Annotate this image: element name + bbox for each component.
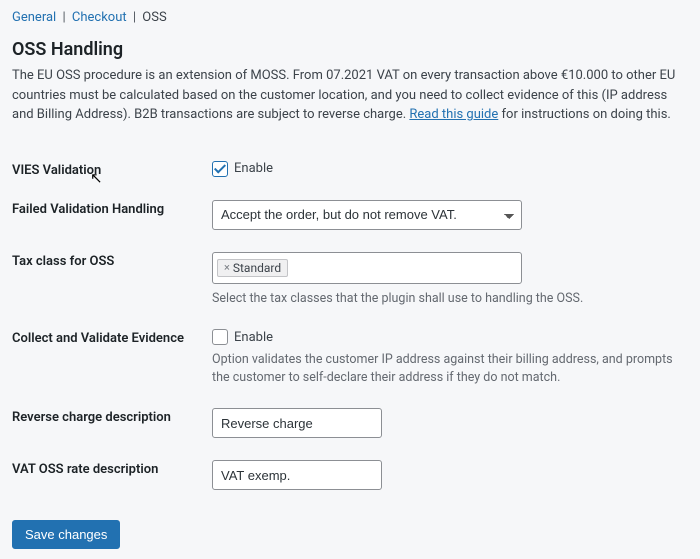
tax-class-input[interactable]: ×Standard — [212, 252, 522, 284]
label-vies-validation: VIES Validation — [12, 151, 212, 190]
label-tax-class: Tax class for OSS — [12, 242, 212, 320]
breadcrumb-separator: | — [133, 10, 136, 25]
save-button[interactable]: Save changes — [12, 520, 120, 549]
label-reverse-charge: Reverse charge description — [12, 398, 212, 450]
label-failed-validation: Failed Validation Handling — [12, 190, 212, 242]
evidence-enable-wrapper[interactable]: Enable — [212, 329, 688, 345]
failed-validation-select[interactable]: Accept the order, but do not remove VAT. — [212, 200, 522, 230]
evidence-enable-label: Enable — [234, 330, 273, 345]
evidence-help: Option validates the customer IP address… — [212, 351, 688, 386]
close-icon[interactable]: × — [224, 262, 230, 273]
reverse-charge-input[interactable] — [212, 408, 382, 438]
evidence-enable-checkbox[interactable] — [212, 329, 228, 345]
tax-class-help: Select the tax classes that the plugin s… — [212, 290, 688, 308]
vies-enable-label: Enable — [234, 161, 273, 176]
read-guide-link[interactable]: Read this guide — [409, 107, 498, 122]
tax-class-tag[interactable]: ×Standard — [217, 259, 288, 277]
label-vat-oss: VAT OSS rate description — [12, 450, 212, 502]
vat-oss-input[interactable] — [212, 460, 382, 490]
breadcrumb-link-general[interactable]: General — [12, 10, 56, 25]
section-description: The EU OSS procedure is an extension of … — [12, 66, 688, 125]
breadcrumb-separator: | — [62, 10, 65, 25]
page-title: OSS Handling — [12, 39, 688, 60]
breadcrumb-link-checkout[interactable]: Checkout — [72, 10, 127, 25]
desc-text-post: for instructions on doing this. — [498, 107, 671, 122]
label-evidence: Collect and Validate Evidence — [12, 319, 212, 398]
vies-enable-checkbox[interactable] — [212, 161, 228, 177]
tag-label: Standard — [233, 261, 281, 275]
breadcrumb: General | Checkout | OSS — [12, 10, 688, 25]
vies-enable-wrapper[interactable]: Enable — [212, 161, 688, 177]
breadcrumb-current: OSS — [142, 10, 166, 25]
